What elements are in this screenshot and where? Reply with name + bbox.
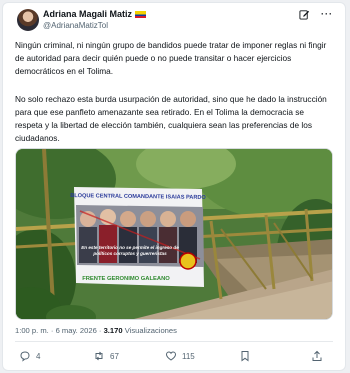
- like-button[interactable]: 115: [165, 350, 195, 362]
- author-block[interactable]: Adriana Magali Matiz @AdrianaMatizTol: [43, 9, 147, 31]
- tweet-image[interactable]: BLOQUE CENTRAL COMANDANTE ISAIAS PARDO E…: [15, 148, 333, 320]
- author-handle[interactable]: @AdrianaMatizTol: [43, 20, 146, 31]
- banner-bottom-text: FRENTE GERONIMO GALEANO: [82, 276, 170, 282]
- views-count: 3.170: [103, 326, 123, 335]
- like-icon: [165, 351, 177, 361]
- threat-banner: BLOQUE CENTRAL COMANDANTE ISAIAS PARDO E…: [70, 187, 206, 287]
- views-label: Visualizaciones: [124, 326, 177, 335]
- reply-icon: [20, 351, 30, 362]
- header-actions: ···: [291, 9, 333, 20]
- bridge-photo: BLOQUE CENTRAL COMANDANTE ISAIAS PARDO E…: [16, 149, 332, 319]
- repost-icon: [95, 351, 103, 361]
- reply-button[interactable]: 4: [19, 350, 40, 362]
- meta-separator: ·: [50, 326, 54, 335]
- like-count: 115: [182, 351, 195, 361]
- tweet-paragraph-2: No solo rechazo esta burda usurpación de…: [15, 94, 327, 144]
- repost-count: 67: [110, 351, 119, 361]
- reply-count: 4: [36, 351, 41, 361]
- author-name-text[interactable]: Adriana Magali Matiz: [43, 9, 132, 19]
- bookmark-button[interactable]: [239, 350, 256, 362]
- edit-icon[interactable]: [299, 9, 313, 20]
- divider: [15, 341, 333, 342]
- repost-button[interactable]: 67: [93, 350, 119, 362]
- share-icon: [312, 350, 322, 361]
- author-name[interactable]: Adriana Magali Matiz: [43, 9, 147, 20]
- meta-separator: ·: [98, 326, 102, 335]
- tweet-meta: 1:00 p. m. · 6 may. 2026 · 3.170 Visuali…: [15, 326, 177, 335]
- tweet-date[interactable]: 6 may. 2026: [56, 326, 97, 335]
- bookmark-icon: [241, 351, 249, 362]
- tweet-header: Adriana Magali Matiz @AdrianaMatizTol ··…: [15, 9, 335, 35]
- share-button[interactable]: [311, 350, 328, 362]
- avatar[interactable]: [17, 9, 39, 31]
- tweet-card: Adriana Magali Matiz @AdrianaMatizTol ··…: [2, 2, 346, 371]
- tweet-paragraph-1: Ningún criminal, ni ningún grupo de band…: [15, 40, 327, 77]
- banner-middle-text: En este territorio no se permite el ingr…: [81, 245, 179, 256]
- more-icon[interactable]: ···: [321, 9, 333, 19]
- colombia-flag-icon: [135, 11, 147, 19]
- tweet-actions: 4 67 115: [13, 350, 335, 366]
- tweet-time[interactable]: 1:00 p. m.: [15, 326, 49, 335]
